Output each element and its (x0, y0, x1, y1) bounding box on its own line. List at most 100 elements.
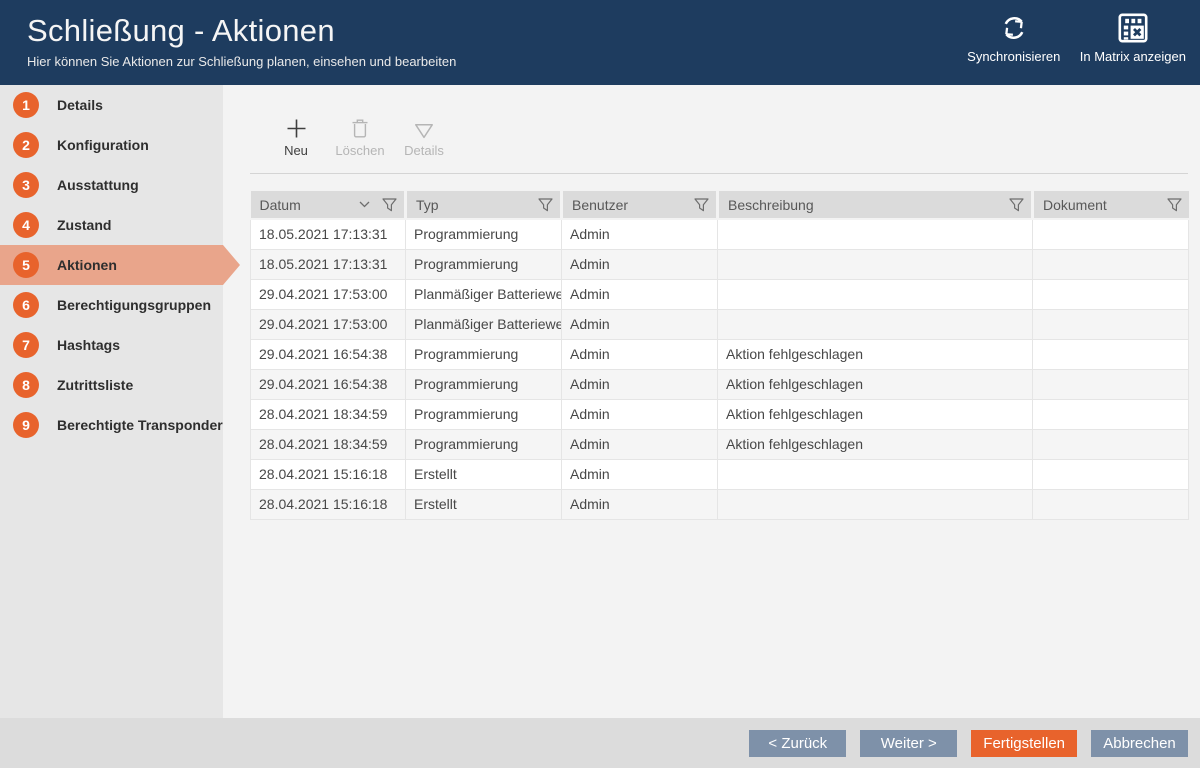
finish-button[interactable]: Fertigstellen (971, 730, 1077, 757)
new-button-label: Neu (284, 143, 308, 158)
table-cell: 18.05.2021 17:13:31 (251, 219, 406, 249)
sidebar-item-details[interactable]: 1 Details (0, 85, 223, 125)
table-cell (1033, 369, 1189, 399)
next-button[interactable]: Weiter > (860, 730, 957, 757)
content-area: Neu Löschen Details (223, 85, 1200, 718)
table-row[interactable]: 28.04.2021 15:16:18ErstelltAdmin (251, 489, 1189, 519)
table-cell (1033, 429, 1189, 459)
filter-icon[interactable] (694, 198, 709, 212)
table-cell: 28.04.2021 15:16:18 (251, 459, 406, 489)
synchronize-label: Synchronisieren (967, 49, 1060, 64)
table-cell: 28.04.2021 18:34:59 (251, 399, 406, 429)
triangle-down-icon (414, 115, 434, 139)
table-cell: Aktion fehlgeschlagen (718, 399, 1033, 429)
sidebar-item-zustand[interactable]: 4 Zustand (0, 205, 223, 245)
sidebar-item-ausstattung[interactable]: 3 Ausstattung (0, 165, 223, 205)
table-cell: 29.04.2021 16:54:38 (251, 339, 406, 369)
table-cell: Planmäßiger Batteriewechsel (406, 279, 562, 309)
table-cell: Erstellt (406, 489, 562, 519)
sort-descending-icon[interactable] (359, 201, 370, 208)
column-header-typ[interactable]: Typ (406, 191, 562, 219)
table-cell (1033, 399, 1189, 429)
step-number-badge: 2 (13, 132, 39, 158)
sidebar-item-berechtigungsgruppen[interactable]: 6 Berechtigungsgruppen (0, 285, 223, 325)
table-cell: Admin (562, 249, 718, 279)
sidebar-item-aktionen[interactable]: 5 Aktionen (0, 245, 223, 285)
sidebar-item-konfiguration[interactable]: 2 Konfiguration (0, 125, 223, 165)
filter-icon[interactable] (1009, 198, 1024, 212)
back-button[interactable]: < Zurück (749, 730, 846, 757)
table-cell: Aktion fehlgeschlagen (718, 429, 1033, 459)
filter-icon[interactable] (382, 198, 397, 212)
column-header-datum[interactable]: Datum (251, 191, 406, 219)
sync-icon (999, 12, 1029, 44)
details-button[interactable]: Details (398, 115, 450, 173)
table-row[interactable]: 28.04.2021 15:16:18ErstelltAdmin (251, 459, 1189, 489)
filter-icon[interactable] (1167, 198, 1182, 212)
column-header-dokument[interactable]: Dokument (1033, 191, 1189, 219)
wizard-steps-sidebar: 1 Details 2 Konfiguration 3 Ausstattung … (0, 85, 223, 718)
trash-icon (351, 115, 369, 139)
table-cell: 29.04.2021 17:53:00 (251, 279, 406, 309)
table-cell (1033, 339, 1189, 369)
sidebar-item-label: Details (57, 97, 103, 113)
table-cell: Admin (562, 369, 718, 399)
table-cell: Admin (562, 429, 718, 459)
table-cell: 29.04.2021 16:54:38 (251, 369, 406, 399)
table-cell (1033, 489, 1189, 519)
sidebar-item-label: Ausstattung (57, 177, 139, 193)
step-number-badge: 1 (13, 92, 39, 118)
table-row[interactable]: 28.04.2021 18:34:59ProgrammierungAdminAk… (251, 399, 1189, 429)
sidebar-item-berechtigte-transponder[interactable]: 9 Berechtigte Transponder (0, 405, 223, 445)
step-number-badge: 4 (13, 212, 39, 238)
step-number-badge: 6 (13, 292, 39, 318)
table-header-row: Datum Typ (251, 191, 1189, 219)
step-number-badge: 8 (13, 372, 39, 398)
table-row[interactable]: 29.04.2021 16:54:38ProgrammierungAdminAk… (251, 339, 1189, 369)
page-title: Schließung - Aktionen (27, 13, 456, 49)
table-row[interactable]: 28.04.2021 18:34:59ProgrammierungAdminAk… (251, 429, 1189, 459)
table-cell: 28.04.2021 18:34:59 (251, 429, 406, 459)
column-header-benutzer[interactable]: Benutzer (562, 191, 718, 219)
sidebar-item-label: Konfiguration (57, 137, 149, 153)
sidebar-item-hashtags[interactable]: 7 Hashtags (0, 325, 223, 365)
synchronize-button[interactable]: Synchronisieren (962, 12, 1066, 64)
wizard-footer: < Zurück Weiter > Fertigstellen Abbreche… (0, 718, 1200, 768)
table-cell (718, 459, 1033, 489)
table-cell: Planmäßiger Batteriewechsel (406, 309, 562, 339)
filter-icon[interactable] (538, 198, 553, 212)
table-cell (1033, 249, 1189, 279)
sidebar-item-zutrittsliste[interactable]: 8 Zutrittsliste (0, 365, 223, 405)
table-cell (1033, 459, 1189, 489)
toolbar-divider (250, 173, 1188, 174)
table-cell: Admin (562, 339, 718, 369)
table-cell: Aktion fehlgeschlagen (718, 339, 1033, 369)
table-row[interactable]: 29.04.2021 16:54:38ProgrammierungAdminAk… (251, 369, 1189, 399)
table-cell: Programmierung (406, 399, 562, 429)
column-header-beschreibung[interactable]: Beschreibung (718, 191, 1033, 219)
table-cell: Erstellt (406, 459, 562, 489)
delete-button[interactable]: Löschen (334, 115, 386, 173)
table-row[interactable]: 29.04.2021 17:53:00Planmäßiger Batteriew… (251, 309, 1189, 339)
table-cell: Programmierung (406, 429, 562, 459)
table-cell: Programmierung (406, 219, 562, 249)
table-cell: Admin (562, 489, 718, 519)
table-row[interactable]: 18.05.2021 17:13:31ProgrammierungAdmin (251, 219, 1189, 249)
table-cell: Programmierung (406, 369, 562, 399)
step-number-badge: 7 (13, 332, 39, 358)
table-row[interactable]: 18.05.2021 17:13:31ProgrammierungAdmin (251, 249, 1189, 279)
table-cell: Programmierung (406, 249, 562, 279)
table-cell: Admin (562, 309, 718, 339)
table-cell: 28.04.2021 15:16:18 (251, 489, 406, 519)
step-number-badge: 3 (13, 172, 39, 198)
show-in-matrix-button[interactable]: In Matrix anzeigen (1080, 12, 1186, 64)
table-cell (1033, 219, 1189, 249)
table-row[interactable]: 29.04.2021 17:53:00Planmäßiger Batteriew… (251, 279, 1189, 309)
delete-button-label: Löschen (335, 143, 384, 158)
table-cell: Aktion fehlgeschlagen (718, 369, 1033, 399)
cancel-button[interactable]: Abbrechen (1091, 730, 1188, 757)
actions-table: Datum Typ (250, 191, 1189, 520)
new-button[interactable]: Neu (270, 115, 322, 173)
window-header: Schließung - Aktionen Hier können Sie Ak… (0, 0, 1200, 85)
table-cell: Admin (562, 399, 718, 429)
